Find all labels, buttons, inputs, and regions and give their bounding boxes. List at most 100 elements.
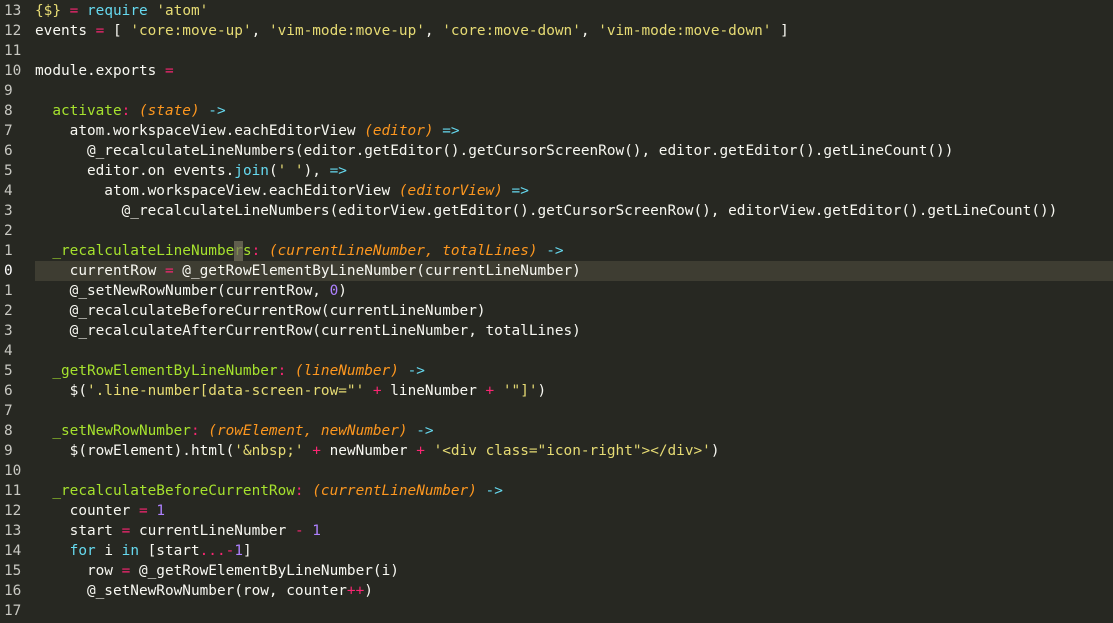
code-line[interactable]: @_recalculateBeforeCurrentRow(currentLin… <box>35 301 1113 321</box>
code-line[interactable]: @_recalculateLineNumbers(editor.getEdito… <box>35 141 1113 161</box>
line-number: 4 <box>4 343 13 359</box>
code-token: @_setNewRowNumber(row, counter <box>35 583 347 599</box>
code-line[interactable]: @_setNewRowNumber(row, counter++) <box>35 581 1113 601</box>
code-token: [start <box>138 543 200 559</box>
code-line[interactable]: _recalculateLineNumbers: (currentLineNum… <box>35 241 1113 261</box>
code-token: (currentLineNumber) <box>312 483 477 499</box>
code-token: ++ <box>346 583 365 599</box>
line-number: 2 <box>4 303 13 319</box>
code-token: i <box>95 543 122 559</box>
code-line[interactable]: editor.on events.join(' '), => <box>35 161 1113 181</box>
line-number: 5 <box>4 363 13 379</box>
code-token: ' ' <box>277 163 304 179</box>
code-line[interactable] <box>35 401 1113 421</box>
code-token: - <box>225 543 235 559</box>
line-number: 1 <box>4 283 13 299</box>
line-number: 11 <box>4 483 22 499</box>
code-token: + <box>312 443 321 459</box>
code-token: counter <box>35 503 139 519</box>
code-token: @_setNewRowNumber(currentRow, <box>35 283 330 299</box>
code-token: _recalculateLineNumbers <box>52 243 252 259</box>
code-token: (lineNumber) <box>294 363 399 379</box>
code-line[interactable]: for i in [start...-1] <box>35 541 1113 561</box>
code-token: $(rowElement).html( <box>35 443 235 459</box>
code-token: 1 <box>234 543 243 559</box>
code-token: '"]' <box>502 383 538 399</box>
code-line[interactable]: events = [ 'core:move-up', 'vim-mode:mov… <box>35 21 1113 41</box>
code-line[interactable] <box>35 81 1113 101</box>
code-line[interactable]: start = currentLineNumber - 1 <box>35 521 1113 541</box>
code-line[interactable] <box>35 41 1113 61</box>
code-token: for <box>69 543 96 559</box>
code-token: -> <box>416 423 434 439</box>
code-token: ] <box>242 543 252 559</box>
line-number: 10 <box>4 63 22 79</box>
code-line[interactable]: _setNewRowNumber: (rowElement, newNumber… <box>35 421 1113 441</box>
code-line[interactable]: @_setNewRowNumber(currentRow, 0) <box>35 281 1113 301</box>
code-token: ) <box>364 583 373 599</box>
code-line[interactable]: counter = 1 <box>35 501 1113 521</box>
code-line[interactable]: _recalculateBeforeCurrentRow: (currentLi… <box>35 481 1113 501</box>
line-number: 8 <box>4 423 13 439</box>
code-line[interactable]: row = @_getRowElementByLineNumber(i) <box>35 561 1113 581</box>
code-token: {$} <box>35 3 61 19</box>
line-number: 13 <box>4 523 22 539</box>
code-line[interactable] <box>35 221 1113 241</box>
line-number: 12 <box>4 23 22 39</box>
code-token: (rowElement, newNumber) <box>208 423 408 439</box>
code-token: , <box>424 23 443 39</box>
code-token: @_getRowElementByLineNumber(currentLineN… <box>173 263 581 279</box>
code-token: ), <box>303 163 330 179</box>
code-token: (state) <box>138 103 200 119</box>
code-token: ) <box>537 383 547 399</box>
code-line[interactable]: atom.workspaceView.eachEditorView (edito… <box>35 181 1113 201</box>
code-token: : <box>251 243 269 259</box>
code-line[interactable]: {$} = require 'atom' <box>35 1 1113 21</box>
code-token: start <box>35 523 122 539</box>
line-number: 16 <box>4 583 22 599</box>
code-line[interactable]: @_recalculateLineNumbers(editorView.getE… <box>35 201 1113 221</box>
code-token: events <box>35 23 87 39</box>
code-token: : <box>190 423 209 439</box>
line-number: 14 <box>4 543 22 559</box>
code-token: = <box>164 63 174 79</box>
code-token: : <box>294 483 313 499</box>
code-token: ( <box>268 163 278 179</box>
code-line[interactable] <box>35 601 1113 621</box>
line-number-gutter[interactable]: 13 12 11 10 9 8 7 6 5 4 3 2 1 0 1 2 3 4 5 6 7 8 9 10 11 12 13 14 15 1… <box>0 0 35 623</box>
line-number: 11 <box>4 43 22 59</box>
code-token: -> <box>546 243 564 259</box>
code-area[interactable]: {$} = require 'atom' events = [ 'core:mov… <box>35 0 1113 623</box>
code-token: = <box>164 263 174 279</box>
code-line[interactable] <box>35 341 1113 361</box>
code-line[interactable]: module.exports = <box>35 61 1113 81</box>
code-token: -> <box>407 363 425 379</box>
code-line[interactable]: activate: (state) -> <box>35 101 1113 121</box>
code-line[interactable]: _getRowElementByLineNumber: (lineNumber)… <box>35 361 1113 381</box>
code-line[interactable]: @_recalculateAfterCurrentRow(currentLine… <box>35 321 1113 341</box>
line-number: 5 <box>4 163 13 179</box>
current-code-line[interactable]: currentRow = @_getRowElementByLineNumber… <box>35 261 1113 281</box>
code-line[interactable]: atom.workspaceView.eachEditorView (edito… <box>35 121 1113 141</box>
code-token: 0 <box>329 283 339 299</box>
code-token: - <box>294 523 304 539</box>
code-token: newNumber <box>320 443 417 459</box>
code-token: in <box>121 543 139 559</box>
code-line[interactable]: $(rowElement).html('&nbsp;' + newNumber … <box>35 441 1113 461</box>
code-token: 'core:move-up' <box>130 23 252 39</box>
line-number: 8 <box>4 103 13 119</box>
code-token: + <box>416 443 425 459</box>
line-number: 12 <box>4 503 22 519</box>
code-token: @_recalculateLineNumbers(editor.getEdito… <box>35 143 954 159</box>
code-token: lineNumber <box>381 383 486 399</box>
code-line[interactable] <box>35 461 1113 481</box>
code-line[interactable]: $('.line-number[data-screen-row="' + lin… <box>35 381 1113 401</box>
code-editor[interactable]: 13 12 11 10 9 8 7 6 5 4 3 2 1 0 1 2 3 4 5 6 7 8 9 10 11 12 13 14 15 1… <box>0 0 1113 623</box>
